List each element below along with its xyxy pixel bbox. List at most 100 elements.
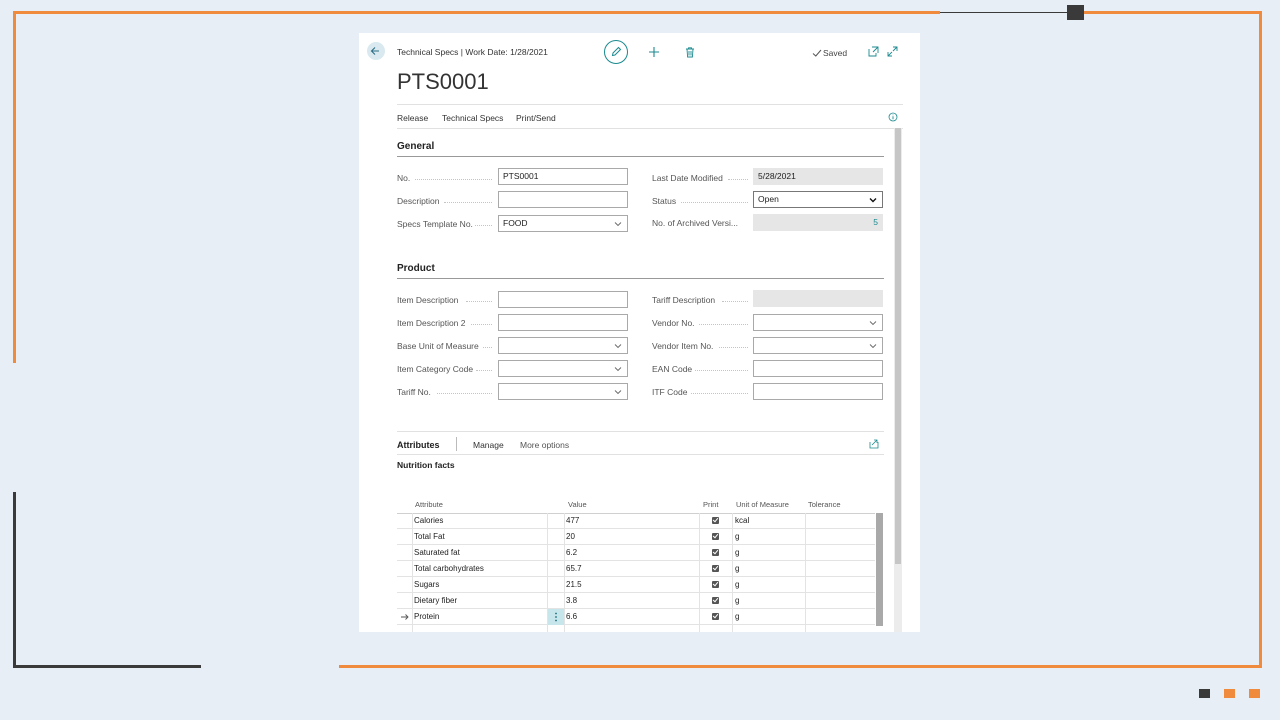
no-field-value: PTS0001 [503,171,539,181]
table-row[interactable]: Total carbohydrates 65.7 g [397,561,875,577]
open-new-window-icon[interactable] [868,46,879,57]
chevron-down-icon [614,222,622,227]
cell-uom[interactable]: g [735,545,739,561]
label-tariff-description: Tariff Description [652,295,716,305]
vendor-no-select[interactable] [753,314,883,331]
print-checkbox[interactable] [712,517,719,524]
label-vendor-no: Vendor No. [652,318,695,328]
label-no-of-archived-versions: No. of Archived Versi... [652,218,738,228]
cell-attribute[interactable]: Calories [414,513,443,529]
label-description: Description [397,196,440,206]
delete-trash-icon[interactable] [684,46,696,58]
print-checkbox[interactable] [712,549,719,556]
table-row[interactable]: Calories 477 kcal [397,513,875,529]
cell-attribute[interactable]: Total Fat [414,529,445,545]
cell-attribute[interactable]: Saturated fat [414,545,460,561]
action-release[interactable]: Release [397,112,428,124]
table-row[interactable]: Dietary fiber 3.8 g [397,593,875,609]
status-value: Open [758,194,779,204]
table-row-current[interactable]: Protein 6.6 g [397,609,875,625]
table-row[interactable]: Saturated fat 6.2 g [397,545,875,561]
cell-attribute[interactable]: Total carbohydrates [414,561,484,577]
label-itf-code: ITF Code [652,387,688,397]
label-specs-template-no: Specs Template No. [397,219,473,229]
item-description-field[interactable] [498,291,628,308]
table-row[interactable]: Sugars 21.5 g [397,577,875,593]
dots-vendor-item-no [719,347,748,348]
itf-code-field[interactable] [753,383,883,400]
label-item-category-code: Item Category Code [397,364,474,374]
deco-nav-square-2 [1224,689,1235,698]
cell-value[interactable]: 6.6 [566,609,577,625]
specs-template-no-select[interactable]: FOOD [498,215,628,232]
archived-versions-value[interactable]: 5 [873,217,878,227]
column-header-print[interactable]: Print [703,499,718,511]
general-section-line [397,156,884,157]
column-header-attribute[interactable]: Attribute [415,499,443,511]
description-field[interactable] [498,191,628,208]
label-status: Status [652,196,677,206]
item-description-2-field[interactable] [498,314,628,331]
current-row-arrow-icon [401,614,409,620]
new-plus-icon[interactable] [648,46,660,58]
deco-top-orange-line [13,11,940,14]
dots-itf-code [691,393,748,394]
page-title: PTS0001 [397,69,489,94]
cell-attribute[interactable]: Protein [414,609,439,625]
chevron-down-icon [614,390,622,395]
cell-value[interactable]: 20 [566,529,575,545]
print-checkbox[interactable] [712,565,719,572]
attributes-tab[interactable]: Attributes [397,439,440,451]
action-print-send[interactable]: Print/Send [516,112,556,124]
print-checkbox[interactable] [712,581,719,588]
back-button[interactable] [367,42,385,60]
info-icon[interactable] [888,112,898,122]
vendor-item-no-select[interactable] [753,337,883,354]
label-no: No. [397,173,411,183]
product-section-line [397,278,884,279]
cell-attribute[interactable]: Dietary fiber [414,593,457,609]
action-technical-specs[interactable]: Technical Specs [442,112,503,124]
ean-code-field[interactable] [753,360,883,377]
cell-uom[interactable]: g [735,561,739,577]
grid-scrollbar[interactable] [876,513,883,626]
edit-button[interactable] [604,40,628,64]
column-header-unit-of-measure[interactable]: Unit of Measure [736,499,789,511]
cell-value[interactable]: 3.8 [566,593,577,609]
cell-uom[interactable]: g [735,529,739,545]
label-vendor-item-no: Vendor Item No. [652,341,714,351]
status-select[interactable]: Open [753,191,883,208]
print-checkbox[interactable] [712,597,719,604]
expand-icon[interactable] [887,46,898,57]
column-header-tolerance[interactable]: Tolerance [808,499,841,511]
cell-value[interactable]: 65.7 [566,561,582,577]
attributes-top-line [397,431,884,432]
page-scrollbar[interactable] [894,128,902,632]
cell-value[interactable]: 6.2 [566,545,577,561]
page-scrollbar-thumb[interactable] [895,128,901,564]
cell-value[interactable]: 21.5 [566,577,582,593]
cell-attribute[interactable]: Sugars [414,577,439,593]
cell-value[interactable]: 477 [566,513,579,529]
cell-uom[interactable]: kcal [735,513,749,529]
row-actions-button[interactable] [548,609,564,625]
label-last-date-modified: Last Date Modified [652,173,723,183]
cell-uom[interactable]: g [735,577,739,593]
archived-versions-field[interactable]: 5 [753,214,883,231]
no-field[interactable]: PTS0001 [498,168,628,185]
print-checkbox[interactable] [712,533,719,540]
base-unit-of-measure-select[interactable] [498,337,628,354]
tariff-no-select[interactable] [498,383,628,400]
cell-uom[interactable]: g [735,609,739,625]
share-icon[interactable] [869,439,879,449]
table-row[interactable]: Total Fat 20 g [397,529,875,545]
column-header-value[interactable]: Value [568,499,587,511]
deco-nav-square-3 [1249,689,1260,698]
cell-uom[interactable]: g [735,593,739,609]
print-checkbox[interactable] [712,613,719,620]
manage-action[interactable]: Manage [473,439,504,451]
saved-status: Saved [823,48,848,58]
deco-top-dark-line [940,12,1068,13]
item-category-code-select[interactable] [498,360,628,377]
more-options-action[interactable]: More options [520,439,569,451]
